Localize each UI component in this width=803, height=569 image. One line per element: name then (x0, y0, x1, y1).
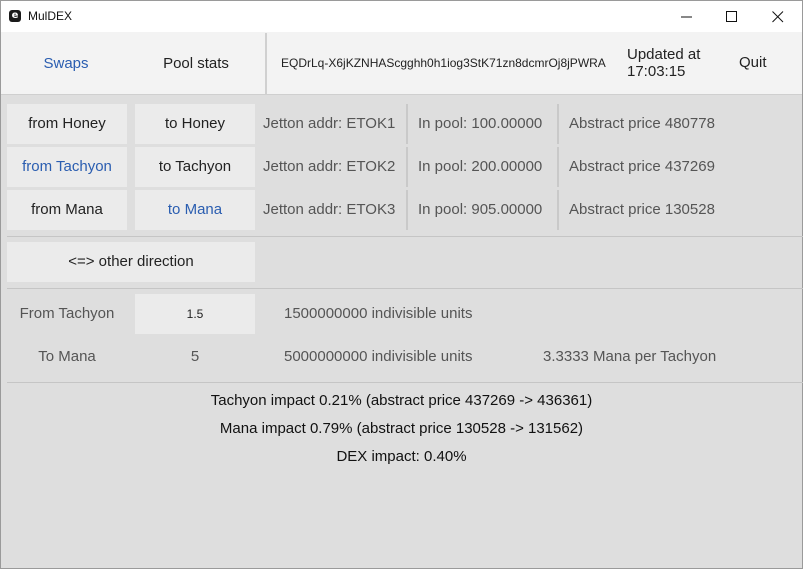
column-divider (557, 104, 559, 144)
updated-status: Updated at 17:03:15 (627, 46, 700, 80)
top-bar: Swaps Pool stats EQDrLq-X6jKZNHAScgghh0h… (1, 32, 802, 95)
pool-amount: In pool: 100.00000 (418, 115, 543, 132)
minimize-icon (681, 16, 692, 18)
close-icon (772, 11, 784, 23)
pool-amount: In pool: 200.00000 (418, 158, 543, 175)
column-divider (406, 190, 408, 230)
jetton-address: Jetton addr: ETOK1 (263, 115, 396, 132)
from-indivisible-units: 1500000000 indivisible units (284, 305, 473, 322)
abstract-price: Abstract price 437269 (569, 158, 715, 175)
tab-pool-stats[interactable]: Pool stats (131, 32, 261, 95)
tachyon-impact: Tachyon impact 0.21% (abstract price 437… (210, 392, 593, 409)
header-divider (265, 33, 267, 95)
pool-address[interactable]: EQDrLq-X6jKZNHAScgghh0h1iog3StK71zn8dcmr… (281, 56, 606, 70)
maximize-icon (726, 11, 737, 22)
to-amount-value: 5 (190, 348, 200, 365)
close-button[interactable] (755, 1, 801, 32)
app-window: e MulDEX Swaps Pool stats EQDrLq-X6jKZNH… (0, 0, 803, 569)
column-divider (406, 104, 408, 144)
from-amount-input[interactable]: 1.5 (135, 294, 255, 334)
section-divider (7, 236, 803, 237)
to-indivisible-units: 5000000000 indivisible units (284, 348, 473, 365)
section-divider (7, 288, 803, 289)
to-tachyon-button[interactable]: to Tachyon (135, 147, 255, 187)
minimize-button[interactable] (664, 1, 710, 32)
swap-from-label: From Tachyon (19, 305, 115, 322)
updated-time: 17:03:15 (627, 63, 686, 80)
pool-amount: In pool: 905.00000 (418, 201, 543, 218)
abstract-price: Abstract price 480778 (569, 115, 715, 132)
abstract-price: Abstract price 130528 (569, 201, 715, 218)
to-honey-button[interactable]: to Honey (135, 104, 255, 144)
other-direction-button[interactable]: <=> other direction (7, 242, 255, 282)
maximize-button[interactable] (709, 1, 755, 32)
jetton-address: Jetton addr: ETOK3 (263, 201, 396, 218)
updated-label: Updated at (627, 46, 701, 63)
quit-button[interactable]: Quit (739, 54, 767, 71)
to-mana-button[interactable]: to Mana (135, 190, 255, 230)
column-divider (406, 147, 408, 187)
swap-to-label: To Mana (38, 348, 96, 365)
jetton-address: Jetton addr: ETOK2 (263, 158, 396, 175)
mana-impact: Mana impact 0.79% (abstract price 130528… (219, 420, 584, 437)
window-title: MulDEX (28, 9, 73, 23)
dex-impact: DEX impact: 0.40% (336, 448, 467, 465)
from-mana-button[interactable]: from Mana (7, 190, 127, 230)
section-divider (7, 382, 803, 383)
title-bar[interactable]: e MulDEX (1, 1, 802, 32)
column-divider (557, 147, 559, 187)
column-divider (557, 190, 559, 230)
tab-swaps[interactable]: Swaps (1, 32, 131, 95)
from-honey-button[interactable]: from Honey (7, 104, 127, 144)
from-tachyon-button[interactable]: from Tachyon (7, 147, 127, 187)
exchange-rate: 3.3333 Mana per Tachyon (543, 348, 717, 365)
app-logo-icon: e (9, 10, 21, 22)
